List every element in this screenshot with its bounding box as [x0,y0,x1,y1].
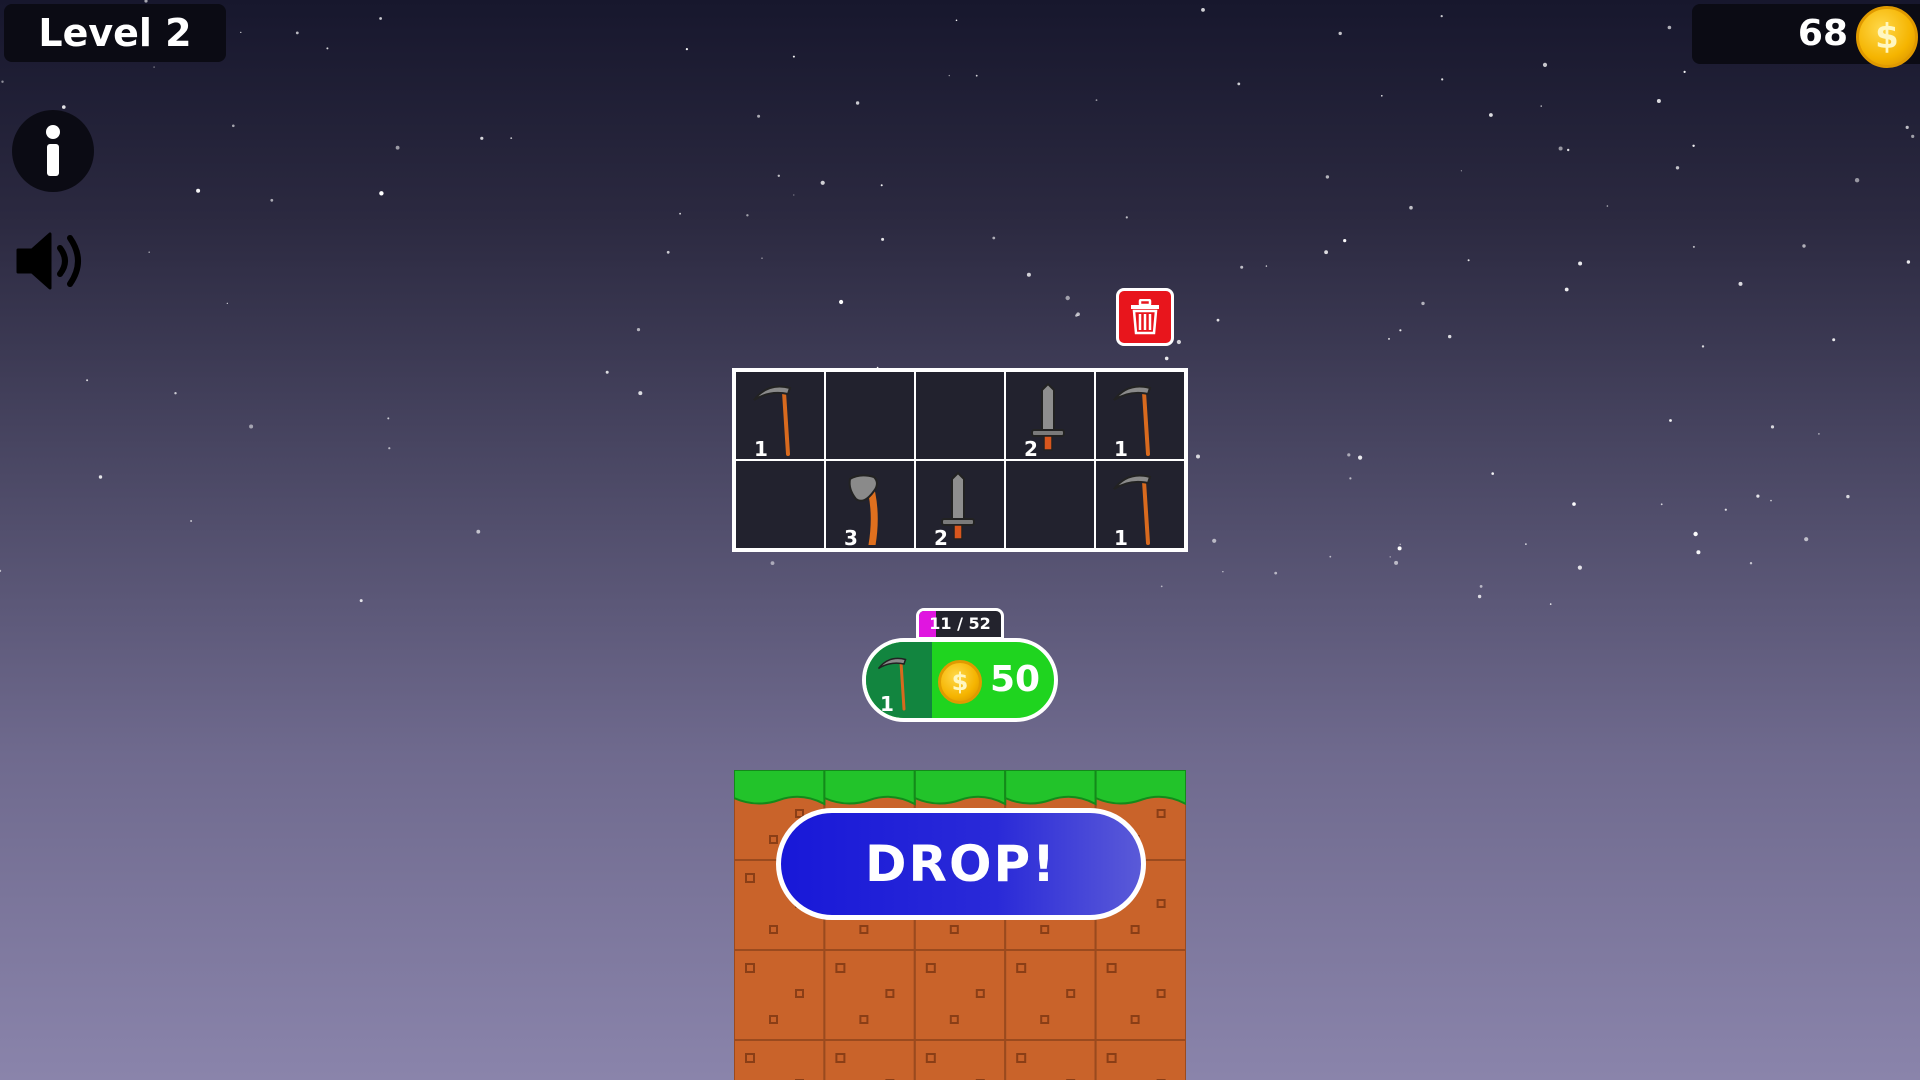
coin-symbol: $ [951,668,969,696]
inventory-slot[interactable] [1005,460,1095,549]
coin-icon: $ [938,660,982,704]
coin-count: 68 [1797,13,1848,54]
trash-button[interactable] [1116,288,1174,346]
info-icon [46,125,60,176]
drop-label: DROP! [865,835,1057,893]
item-level: 2 [1024,437,1038,461]
inventory-slot[interactable]: 2 [915,460,1005,550]
buy-item-preview: 1 [866,642,932,718]
inventory-slot[interactable] [735,460,825,549]
coin-counter: 68 $ [1692,4,1920,68]
item-level: 1 [754,437,768,461]
item-level: 3 [844,526,858,550]
speaker-icon [16,232,81,290]
sound-toggle-button[interactable] [14,228,90,294]
buy-price: 50 [990,659,1041,700]
inventory-slot[interactable]: 1 [735,371,825,461]
level-indicator: Level 2 [4,4,226,62]
item-level: 1 [1114,437,1128,461]
inventory-slot[interactable] [825,371,915,460]
inventory-grid: 1 2 1 3 2 1 [732,368,1188,552]
buy-item-level: 1 [880,692,894,716]
trash-icon [1131,299,1159,335]
inventory-slot[interactable]: 2 [1005,371,1095,461]
item-level: 1 [1114,526,1128,550]
inventory-slot[interactable]: 1 [1095,371,1185,461]
progress-text: 11 / 52 [929,614,991,633]
coin-icon: $ [1856,6,1918,68]
drop-progress: 11 / 52 [916,608,1004,640]
inventory-slot[interactable]: 1 [1095,460,1185,550]
info-button[interactable] [12,110,94,192]
inventory-slot[interactable]: 3 [825,460,915,550]
coin-symbol: $ [1875,17,1899,57]
inventory-slot[interactable] [915,371,1005,460]
level-label: Level 2 [38,11,192,55]
drop-button[interactable]: DROP! [776,808,1146,920]
item-level: 2 [934,526,948,550]
buy-tool-button[interactable]: 1 $ 50 [862,638,1058,722]
